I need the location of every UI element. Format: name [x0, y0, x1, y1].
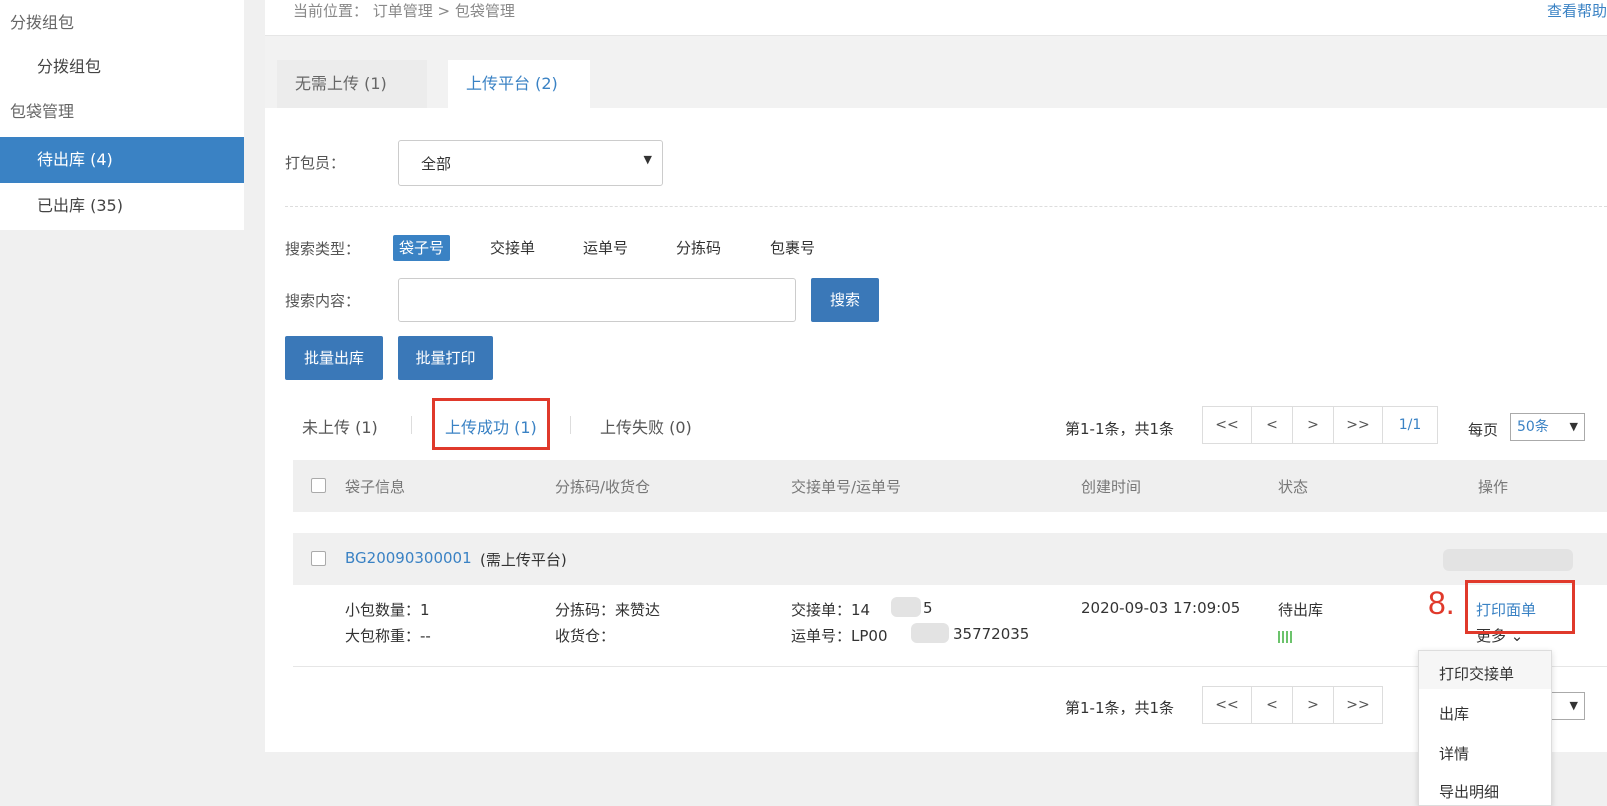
subtab-separator [570, 416, 571, 434]
platform-tabs: 无需上传 (1) 上传平台 (2) [265, 36, 1607, 108]
search-type-parcel[interactable]: 包裹号 [770, 235, 815, 261]
status-bar-icon [1278, 631, 1292, 643]
packer-label: 打包员： [285, 154, 346, 172]
sort-code: 分拣码：来赞达 [555, 601, 661, 619]
blurred-region [1443, 549, 1573, 571]
warehouse: 收货仓： [555, 627, 616, 645]
caret-down-icon: ▼ [643, 153, 652, 166]
search-content-label: 搜索内容： [285, 292, 361, 310]
handover-prefix: 交接单：14 [791, 601, 871, 619]
search-type-label: 搜索类型： [285, 240, 361, 258]
tab-upload-platform[interactable]: 上传平台 (2) [448, 60, 590, 108]
packer-select-value: 全部 [421, 155, 452, 173]
blurred-region [911, 623, 949, 643]
batch-print-button[interactable]: 批量打印 [398, 336, 493, 380]
menu-item-export-details[interactable]: 导出明细 [1439, 781, 1499, 802]
sidebar-group-dispatch: 分拨组包 [10, 13, 75, 32]
highlight-upload-success [432, 398, 550, 450]
page-indicator[interactable]: 1/1 [1382, 406, 1438, 444]
table-row: 小包数量：1 大包称重：-- 分拣码：来赞达 收货仓： 交接单：14 5 运单号… [293, 585, 1607, 667]
sidebar: 分拨组包 分拨组包 包袋管理 待出库 (4) 已出库 (35) [0, 0, 244, 230]
packer-select[interactable]: 全部 ▼ [398, 140, 663, 186]
col-actions: 操作 [1478, 478, 1509, 496]
batch-out-button[interactable]: 批量出库 [285, 336, 383, 380]
search-type-waybill[interactable]: 运单号 [583, 235, 628, 261]
col-status: 状态 [1278, 478, 1309, 496]
sidebar-item-pending-out[interactable]: 待出库 (4) [0, 137, 244, 183]
pagination-summary-bottom: 第1-1条，共1条 [1065, 699, 1175, 717]
status-text: 待出库 [1278, 601, 1324, 619]
bag-note: (需上传平台) [480, 551, 567, 569]
menu-item-details[interactable]: 详情 [1439, 743, 1469, 764]
breadcrumb: 当前位置： 订单管理 > 包袋管理 [293, 2, 515, 20]
bag-id-link[interactable]: BG20090300001 [345, 549, 472, 567]
col-created: 创建时间 [1081, 478, 1142, 496]
pagination-summary: 第1-1条，共1条 [1065, 420, 1175, 438]
sidebar-item-shipped[interactable]: 已出库 (35) [0, 183, 244, 229]
prev-page-button[interactable]: < [1251, 406, 1293, 444]
highlight-print-label [1465, 580, 1575, 634]
more-actions-menu: 打印交接单 出库 详情 导出明细 [1418, 650, 1552, 806]
search-button[interactable]: 搜索 [811, 278, 879, 322]
waybill-prefix: 运单号：LP00 [791, 627, 888, 645]
small-count: 小包数量：1 [345, 601, 430, 619]
caret-down-icon: ▼ [1569, 420, 1578, 433]
last-page-button[interactable]: >> [1333, 406, 1383, 444]
next-page-button[interactable]: > [1292, 406, 1334, 444]
per-page-value: 50条 [1517, 419, 1549, 435]
search-type-sort-code[interactable]: 分拣码 [676, 235, 721, 261]
waybill-suffix: 35772035 [953, 625, 1030, 643]
main-panel: 当前位置： 订单管理 > 包袋管理 查看帮助 无需上传 (1) 上传平台 (2)… [265, 0, 1607, 752]
col-handover: 交接单号/运单号 [791, 478, 902, 496]
subtab-not-uploaded[interactable]: 未上传 (1) [302, 414, 378, 438]
search-type-handover[interactable]: 交接单 [490, 235, 535, 261]
blurred-region [891, 597, 921, 617]
table-row-header: BG20090300001 (需上传平台) [293, 533, 1607, 585]
last-page-button-bottom[interactable]: >> [1333, 686, 1383, 724]
menu-item-ship-out[interactable]: 出库 [1439, 703, 1469, 724]
created-time: 2020-09-03 17:09:05 [1081, 599, 1241, 617]
topbar: 当前位置： 订单管理 > 包袋管理 查看帮助 [265, 0, 1607, 36]
next-page-button-bottom[interactable]: > [1292, 686, 1334, 724]
sidebar-group-bag-manage: 包袋管理 [10, 102, 75, 121]
col-sort-code: 分拣码/收货仓 [555, 478, 651, 496]
per-page-label: 每页 [1468, 421, 1499, 439]
search-input[interactable] [398, 278, 796, 322]
menu-item-print-handover[interactable]: 打印交接单 [1439, 663, 1514, 684]
first-page-button[interactable]: << [1202, 406, 1252, 444]
bag-weight: 大包称重：-- [345, 627, 431, 645]
select-all-checkbox[interactable] [311, 478, 326, 493]
table-header: 袋子信息 分拣码/收货仓 交接单号/运单号 创建时间 状态 操作 [293, 460, 1607, 512]
app-root: 分拨组包 分拨组包 包袋管理 待出库 (4) 已出库 (35) 当前位置： 订单… [0, 0, 1607, 806]
prev-page-button-bottom[interactable]: < [1251, 686, 1293, 724]
caret-down-icon: ▼ [1569, 699, 1578, 712]
per-page-select[interactable]: 50条 ▼ [1510, 413, 1585, 441]
help-link[interactable]: 查看帮助 [1547, 0, 1607, 22]
step-number: 8. [1428, 585, 1455, 621]
subtab-upload-failed[interactable]: 上传失败 (0) [600, 414, 692, 438]
handover-suffix: 5 [923, 599, 933, 617]
divider [285, 206, 1607, 207]
row-checkbox[interactable] [311, 551, 326, 566]
search-type-bag-id[interactable]: 袋子号 [393, 235, 451, 261]
tab-no-upload[interactable]: 无需上传 (1) [277, 60, 427, 108]
subtab-separator [411, 416, 412, 434]
first-page-button-bottom[interactable]: << [1202, 686, 1252, 724]
col-bag-info: 袋子信息 [345, 478, 406, 496]
sidebar-item-dispatch-pack[interactable]: 分拨组包 [0, 44, 244, 90]
